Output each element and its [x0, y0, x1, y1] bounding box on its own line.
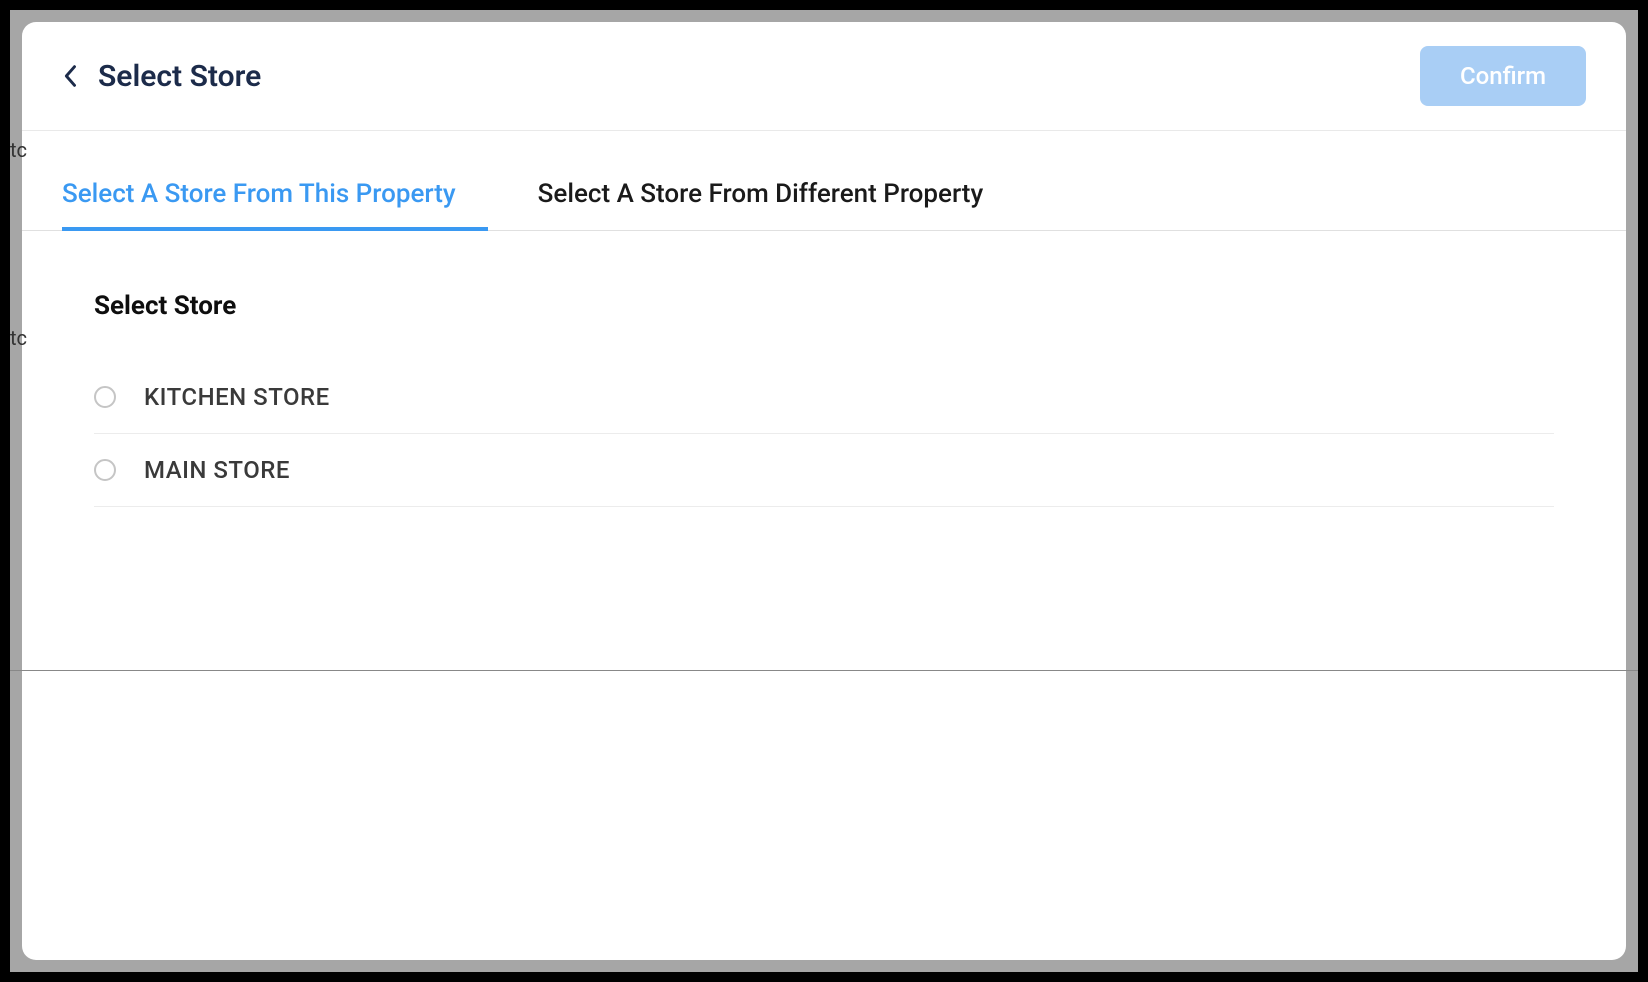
store-list: KITCHEN STORE MAIN STORE	[94, 361, 1554, 507]
select-store-modal: Select Store Confirm Select A Store From…	[22, 22, 1626, 960]
modal-content: Select Store KITCHEN STORE MAIN STORE	[22, 231, 1626, 567]
modal-title: Select Store	[98, 59, 261, 94]
back-button[interactable]	[62, 62, 80, 90]
background-text: tc	[10, 326, 27, 350]
tabs: Select A Store From This Property Select…	[22, 161, 1626, 231]
header-left: Select Store	[62, 59, 261, 94]
store-item-kitchen[interactable]: KITCHEN STORE	[94, 361, 1554, 434]
store-label: KITCHEN STORE	[144, 383, 330, 411]
radio-icon	[94, 386, 116, 408]
store-label: MAIN STORE	[144, 456, 290, 484]
background-divider	[10, 670, 1638, 671]
section-title: Select Store	[94, 291, 1554, 321]
background-text: tc	[10, 138, 27, 162]
modal-header: Select Store Confirm	[22, 22, 1626, 131]
tab-this-property[interactable]: Select A Store From This Property	[62, 161, 488, 231]
store-item-main[interactable]: MAIN STORE	[94, 434, 1554, 507]
confirm-button[interactable]: Confirm	[1420, 46, 1586, 106]
chevron-left-icon	[64, 64, 78, 88]
radio-icon	[94, 459, 116, 481]
tab-different-property[interactable]: Select A Store From Different Property	[538, 161, 1016, 231]
